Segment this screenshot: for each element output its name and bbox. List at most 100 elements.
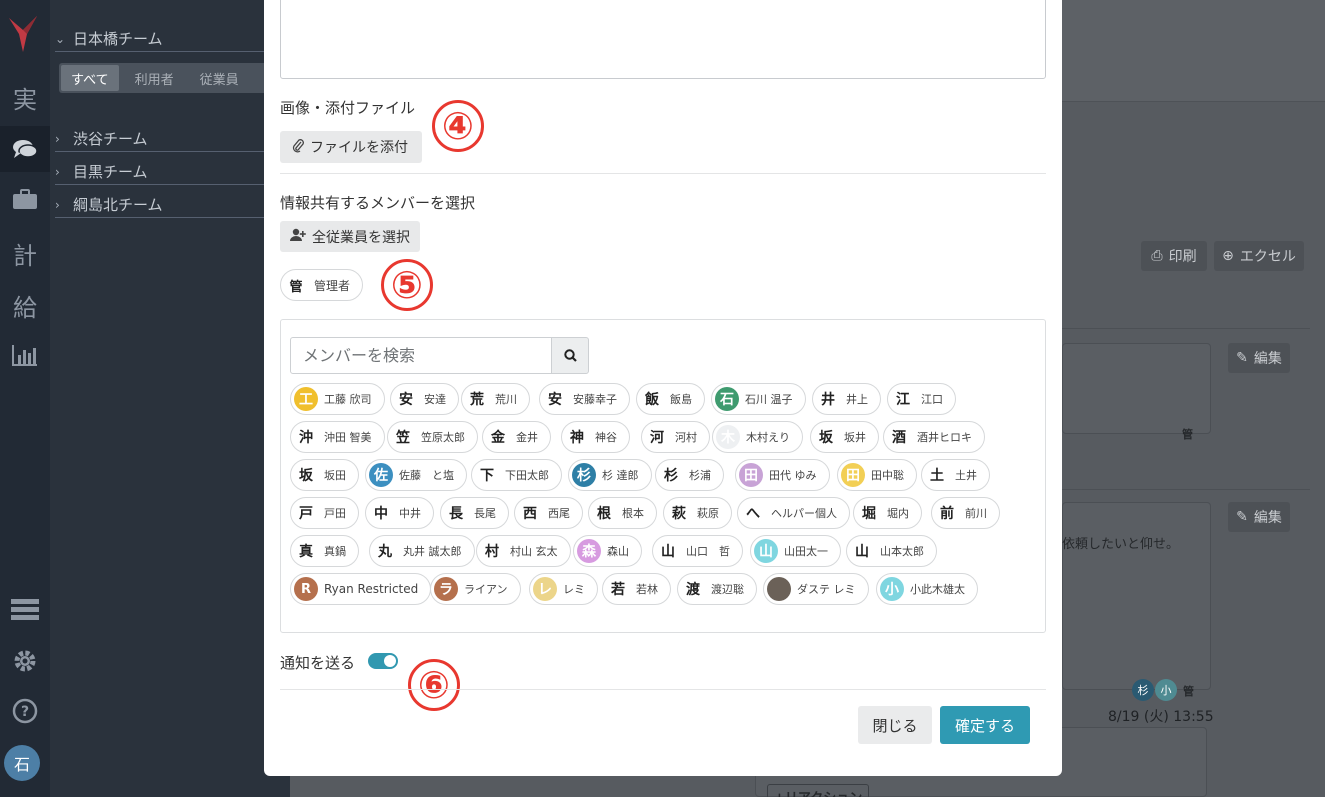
member-picker: 工工藤 欣司安安達荒荒川安安藤幸子飯飯島石石川 温子井井上江江口沖沖田 智美笠笠… [280, 319, 1046, 633]
member-chip[interactable]: 渡渡辺聡 [677, 573, 757, 605]
member-chip[interactable]: 森森山 [573, 535, 642, 567]
close-button[interactable]: 閉じる [858, 706, 932, 744]
member-chip[interactable]: 真真鍋 [290, 535, 359, 567]
select-all-employees-button[interactable]: 全従業員を選択 [280, 221, 420, 252]
member-chip[interactable]: 前前川 [931, 497, 1000, 529]
member-chip[interactable]: 酒酒井ヒロキ [883, 421, 985, 453]
member-chip[interactable]: 石石川 温子 [711, 383, 806, 415]
member-chip[interactable]: 笠笠原太郎 [387, 421, 478, 453]
confirm-button[interactable]: 確定する [940, 706, 1030, 744]
rail-item-keikaku[interactable]: 計 [0, 230, 50, 276]
member-avatar: 管 [289, 279, 303, 295]
member-chip[interactable]: ダステ レミ [763, 573, 869, 605]
member-chip[interactable]: へヘルパー個人 [737, 497, 850, 529]
member-chip[interactable]: 江江口 [887, 383, 956, 415]
rail-item-work[interactable] [0, 176, 50, 222]
member-name: 酒井ヒロキ [917, 431, 972, 444]
chevron-right-icon: › [55, 164, 60, 179]
filter-users[interactable]: 利用者 [125, 65, 184, 91]
team-shibuya[interactable]: › 渋谷チーム [55, 126, 265, 152]
user-avatar[interactable]: 石 [4, 745, 40, 781]
member-chip[interactable]: ラライアン [430, 573, 521, 605]
rail-item-stats[interactable] [0, 332, 50, 378]
member-chip[interactable]: 山山口 哲 [652, 535, 743, 567]
chevron-right-icon: › [55, 197, 60, 212]
background-avatar: 小 [1155, 679, 1177, 701]
member-search-input[interactable] [290, 337, 552, 374]
reaction-button[interactable]: +リアクション [767, 784, 870, 797]
member-chip[interactable]: 杉杉浦 [655, 459, 724, 491]
member-chip[interactable]: 山山田太一 [750, 535, 841, 567]
member-chip[interactable]: 井井上 [812, 383, 881, 415]
member-chip[interactable]: 坂坂井 [810, 421, 879, 453]
member-chip[interactable]: R Ryan Restricted [290, 573, 432, 605]
member-chip[interactable]: 荒荒川 [461, 383, 530, 415]
rail-item-settings[interactable] [0, 638, 50, 684]
member-chip[interactable]: 根根本 [588, 497, 657, 529]
member-chip[interactable]: 長長尾 [440, 497, 509, 529]
member-name: 神谷 [595, 431, 617, 444]
member-chip[interactable]: 萩萩原 [663, 497, 732, 529]
member-search-button[interactable] [551, 337, 589, 374]
member-chip[interactable]: 山山本太郎 [846, 535, 937, 567]
add-user-icon [290, 228, 306, 245]
rail-item-jisseki[interactable]: 実 [0, 74, 50, 120]
member-chip[interactable]: 安安達 [390, 383, 459, 415]
edit-button[interactable]: ✎ 編集 [1228, 502, 1290, 532]
team-tsunashima[interactable]: › 綱島北チーム [55, 192, 265, 218]
member-avatar: 田 [841, 463, 865, 487]
member-chip[interactable]: 飯飯島 [636, 383, 705, 415]
member-chip[interactable]: 杉杉 達郎 [568, 459, 652, 491]
member-chip[interactable]: 安安藤幸子 [539, 383, 630, 415]
member-chip[interactable]: 中中井 [365, 497, 434, 529]
member-avatar: 若 [611, 582, 625, 598]
member-chip[interactable]: レレミ [529, 573, 598, 605]
member-chip[interactable]: 西西尾 [514, 497, 583, 529]
member-chip[interactable]: 堀堀内 [853, 497, 922, 529]
rail-item-kyuyo[interactable]: 給 [0, 282, 50, 328]
member-chip[interactable]: 佐佐藤 と塩 [365, 459, 467, 491]
member-chip[interactable]: 河河村 [641, 421, 710, 453]
member-chip[interactable]: 若若林 [602, 573, 671, 605]
member-avatar: 河 [650, 430, 664, 446]
member-chip[interactable]: 木木村えり [712, 421, 803, 453]
member-chip[interactable]: 田田代 ゆみ [735, 459, 830, 491]
selected-member-chip[interactable]: 管管理者 [280, 269, 364, 301]
member-name: 小此木雄太 [910, 583, 965, 596]
rail-item-help[interactable]: ? [0, 688, 50, 734]
member-chip[interactable]: 神神谷 [561, 421, 630, 453]
excel-button[interactable]: ⊕ エクセル [1214, 241, 1304, 271]
app-logo-icon[interactable] [7, 14, 41, 52]
team-current[interactable]: ⌄ 日本橋チーム [55, 26, 265, 52]
edit-button[interactable]: ✎ 編集 [1228, 343, 1290, 373]
divider [280, 689, 1046, 690]
member-chip[interactable]: 下下田太郎 [471, 459, 562, 491]
member-avatar: 沖 [299, 430, 313, 446]
member-name: レミ [563, 583, 585, 596]
filter-all[interactable]: すべて [61, 65, 119, 91]
member-chip[interactable]: 戸戸田 [290, 497, 359, 529]
notify-toggle[interactable] [368, 653, 398, 669]
background-message: 依頼したいと仰せ。 [1062, 537, 1180, 552]
member-chip[interactable]: 田田中聡 [837, 459, 917, 491]
background-divider [1062, 328, 1310, 329]
member-chip[interactable]: 沖沖田 智美 [290, 421, 385, 453]
member-chip[interactable]: 工工藤 欣司 [290, 383, 385, 415]
member-chip[interactable]: 村村山 玄太 [476, 535, 571, 567]
member-chip[interactable]: 坂坂田 [290, 459, 359, 491]
filter-employees[interactable]: 従業員 [190, 65, 249, 91]
message-textarea[interactable] [280, 0, 1046, 79]
member-chip[interactable]: 金金井 [482, 421, 551, 453]
member-chip[interactable]: 小小此木雄太 [876, 573, 978, 605]
rail-item-list[interactable] [0, 586, 50, 632]
member-name: 森山 [607, 545, 629, 558]
member-chip[interactable]: 丸丸井 誠太郎 [369, 535, 475, 567]
attach-file-button[interactable]: ファイルを添付 [280, 131, 422, 163]
background-badge: 管 [1182, 428, 1193, 441]
rail-item-chat[interactable] [0, 126, 50, 172]
team-meguro[interactable]: › 目黒チーム [55, 159, 265, 185]
member-name: 土井 [955, 469, 977, 482]
print-button[interactable]: ⎙ 印刷 [1141, 241, 1207, 271]
member-chip[interactable]: 土土井 [921, 459, 990, 491]
background-badge: 管 [1183, 685, 1194, 698]
